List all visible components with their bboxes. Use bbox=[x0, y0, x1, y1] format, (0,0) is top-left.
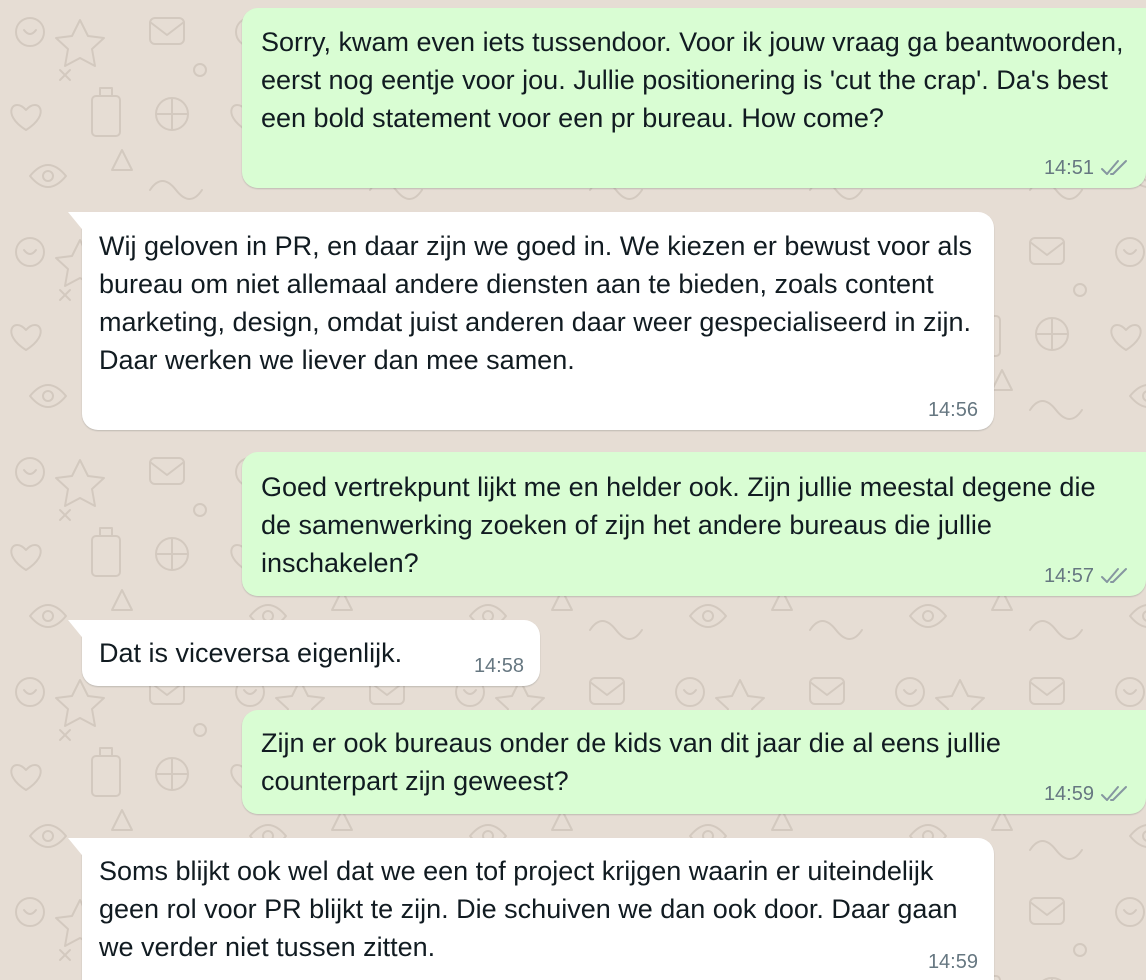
message-text: Soms blijkt ook wel dat we een tof proje… bbox=[99, 856, 958, 962]
message-time: 14:59 bbox=[1043, 783, 1094, 805]
incoming-message[interactable]: Soms blijkt ook wel dat we een tof proje… bbox=[68, 838, 994, 980]
incoming-message[interactable]: Dat is viceversa eigenlijk. 14:58 bbox=[68, 620, 540, 686]
bubble-tail-icon bbox=[68, 620, 86, 642]
message-time: 14:56 bbox=[927, 399, 978, 421]
message-time: 14:59 bbox=[927, 951, 978, 973]
message-meta: 14:59 bbox=[1044, 782, 1130, 806]
outgoing-message[interactable]: Zijn er ook bureaus onder de kids van di… bbox=[242, 710, 1146, 814]
message-text: Wij geloven in PR, en daar zijn we goed … bbox=[99, 231, 972, 375]
outgoing-message[interactable]: Sorry, kwam even iets tussendoor. Voor i… bbox=[242, 8, 1146, 188]
message-text: Goed vertrekpunt lijkt me en helder ook.… bbox=[261, 472, 1096, 578]
message-meta: 14:57 bbox=[1044, 564, 1130, 588]
bubble-tail-icon bbox=[68, 212, 86, 234]
incoming-message[interactable]: Wij geloven in PR, en daar zijn we goed … bbox=[68, 212, 994, 430]
double-check-icon bbox=[1101, 786, 1127, 801]
message-time: 14:51 bbox=[1043, 157, 1094, 179]
chat-message-list[interactable]: Sorry, kwam even iets tussendoor. Voor i… bbox=[0, 0, 1146, 980]
message-text: Zijn er ook bureaus onder de kids van di… bbox=[261, 728, 1001, 796]
bubble-tail-icon bbox=[68, 838, 86, 860]
message-text: Sorry, kwam even iets tussendoor. Voor i… bbox=[261, 27, 1124, 133]
double-check-icon bbox=[1101, 568, 1127, 583]
message-meta: 14:59 bbox=[928, 950, 978, 974]
message-meta: 14:56 bbox=[928, 398, 978, 422]
message-meta: 14:58 bbox=[474, 654, 524, 678]
outgoing-message[interactable]: Goed vertrekpunt lijkt me en helder ook.… bbox=[242, 452, 1146, 596]
double-check-icon bbox=[1101, 160, 1127, 175]
message-time: 14:57 bbox=[1043, 565, 1094, 587]
message-time: 14:58 bbox=[473, 655, 524, 677]
message-meta: 14:51 bbox=[1044, 156, 1130, 180]
message-text: Dat is viceversa eigenlijk. bbox=[99, 638, 403, 668]
